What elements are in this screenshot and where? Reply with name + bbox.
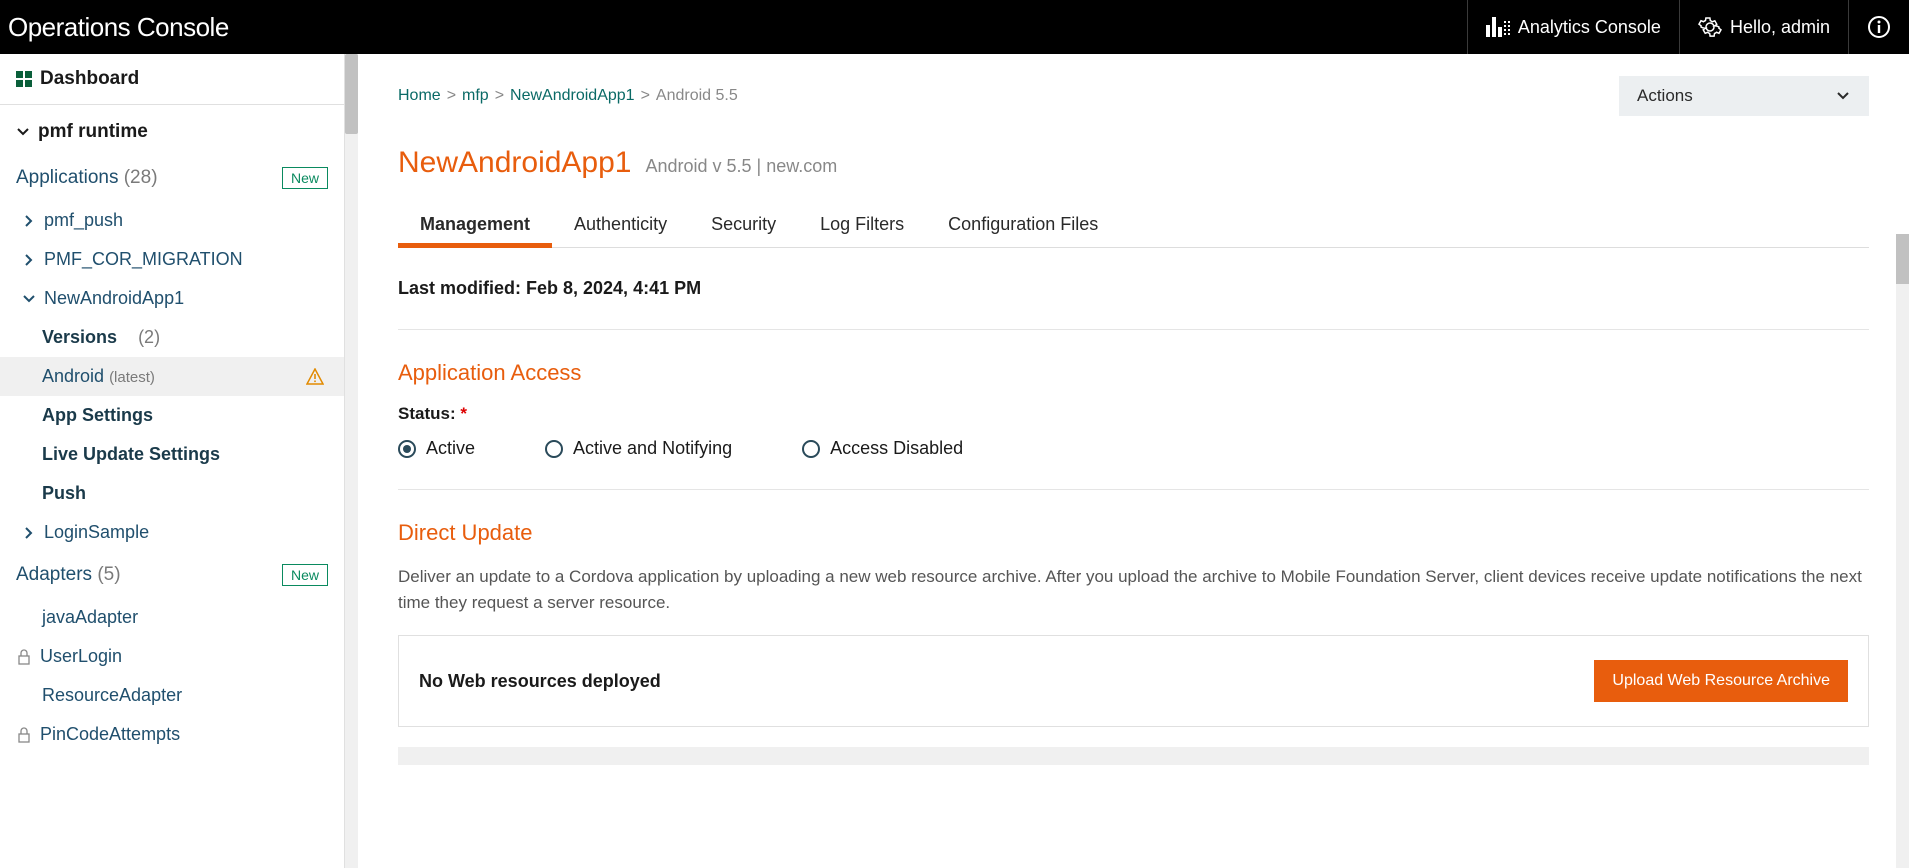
tab-configuration-files[interactable]: Configuration Files xyxy=(926,202,1120,247)
status-label: Status: * xyxy=(398,404,1869,424)
radio-active[interactable]: Active xyxy=(398,438,475,459)
chevron-right-icon xyxy=(22,253,36,267)
sidebar-scrollbar[interactable] xyxy=(345,54,358,868)
radio-icon xyxy=(398,440,416,458)
sidebar-item-resourceadapter[interactable]: ResourceAdapter xyxy=(0,676,344,715)
main-scrollbar[interactable] xyxy=(1896,234,1909,868)
sidebar-item-pincodeattempts[interactable]: PinCodeAttempts xyxy=(0,715,344,754)
chevron-down-icon xyxy=(16,125,30,139)
lock-icon xyxy=(16,727,32,743)
actions-dropdown[interactable]: Actions xyxy=(1619,76,1869,116)
breadcrumb: Home > mfp > NewAndroidApp1 > Android 5.… xyxy=(398,87,738,105)
breadcrumb-current: Android 5.5 xyxy=(656,87,738,105)
lock-icon xyxy=(16,649,32,665)
radio-access-disabled[interactable]: Access Disabled xyxy=(802,438,963,459)
radio-icon xyxy=(545,440,563,458)
breadcrumb-mfp[interactable]: mfp xyxy=(462,87,489,105)
adapters-header: Adapters (5) New xyxy=(0,552,344,598)
bar-chart-icon xyxy=(1486,17,1510,37)
sidebar-item-javaadapter[interactable]: javaAdapter xyxy=(0,598,344,637)
sidebar-item-loginsample[interactable]: LoginSample xyxy=(0,513,344,552)
chevron-right-icon xyxy=(22,526,36,540)
radio-icon xyxy=(802,440,820,458)
sidebar-item-newandroidapp1[interactable]: NewAndroidApp1 xyxy=(0,279,344,318)
applications-label: Applications xyxy=(16,167,118,188)
upload-box: No Web resources deployed Upload Web Res… xyxy=(398,635,1869,727)
tab-security[interactable]: Security xyxy=(689,202,798,247)
upload-web-resource-button[interactable]: Upload Web Resource Archive xyxy=(1594,660,1848,702)
tab-authenticity[interactable]: Authenticity xyxy=(552,202,689,247)
chevron-down-icon xyxy=(22,292,36,306)
chevron-down-icon xyxy=(1835,88,1851,104)
chevron-right-icon xyxy=(22,214,36,228)
breadcrumb-app[interactable]: NewAndroidApp1 xyxy=(510,87,635,105)
no-resources-message: No Web resources deployed xyxy=(419,671,661,692)
sidebar-runtime[interactable]: pmf runtime xyxy=(0,105,344,155)
topbar-right: Analytics Console Hello, admin xyxy=(1467,0,1909,54)
info-icon xyxy=(1867,15,1891,39)
breadcrumb-home[interactable]: Home xyxy=(398,87,441,105)
direct-update-heading: Direct Update xyxy=(398,520,1869,546)
user-menu[interactable]: Hello, admin xyxy=(1679,0,1848,54)
sidebar-item-app-settings[interactable]: App Settings xyxy=(0,396,344,435)
sidebar-item-userlogin[interactable]: UserLogin xyxy=(0,637,344,676)
sidebar-item-versions[interactable]: Versions (2) xyxy=(0,318,344,357)
sidebar-item-push[interactable]: Push xyxy=(0,474,344,513)
runtime-label: pmf runtime xyxy=(38,121,148,143)
collapsed-panel[interactable] xyxy=(398,747,1869,765)
applications-count: (28) xyxy=(124,167,158,188)
topbar: Operations Console Analytics Console Hel… xyxy=(0,0,1909,54)
last-modified: Last modified: Feb 8, 2024, 4:41 PM xyxy=(398,248,1869,330)
tabs: Management Authenticity Security Log Fil… xyxy=(398,202,1869,248)
dashboard-label: Dashboard xyxy=(40,68,139,90)
gear-icon xyxy=(1698,15,1722,39)
direct-update-description: Deliver an update to a Cordova applicati… xyxy=(398,564,1869,615)
new-adapter-button[interactable]: New xyxy=(282,564,328,586)
sidebar: Dashboard pmf runtime Applications (28) … xyxy=(0,54,345,868)
page-subtitle: Android v 5.5 | new.com xyxy=(645,156,837,177)
new-application-button[interactable]: New xyxy=(282,167,328,189)
console-title: Operations Console xyxy=(8,12,229,43)
analytics-label: Analytics Console xyxy=(1518,17,1661,38)
application-access-heading: Application Access xyxy=(398,360,1869,386)
tab-log-filters[interactable]: Log Filters xyxy=(798,202,926,247)
sidebar-item-pmf-cor-migration[interactable]: PMF_COR_MIGRATION xyxy=(0,240,344,279)
sidebar-dashboard[interactable]: Dashboard xyxy=(0,54,344,105)
warning-icon xyxy=(306,368,324,386)
greeting-label: Hello, admin xyxy=(1730,17,1830,38)
page-title: NewAndroidApp1 xyxy=(398,146,631,180)
info-button[interactable] xyxy=(1848,0,1909,54)
radio-active-notifying[interactable]: Active and Notifying xyxy=(545,438,732,459)
sidebar-item-live-update[interactable]: Live Update Settings xyxy=(0,435,344,474)
adapters-label: Adapters xyxy=(16,564,92,585)
main-content: Home > mfp > NewAndroidApp1 > Android 5.… xyxy=(358,54,1909,868)
sidebar-item-android-latest[interactable]: Android (latest) xyxy=(0,357,344,396)
sidebar-item-pmf-push[interactable]: pmf_push xyxy=(0,201,344,240)
analytics-console-link[interactable]: Analytics Console xyxy=(1467,0,1679,54)
adapters-count: (5) xyxy=(97,564,120,585)
applications-header: Applications (28) New xyxy=(0,155,344,201)
tab-management[interactable]: Management xyxy=(398,202,552,247)
status-radio-group: Active Active and Notifying Access Disab… xyxy=(398,438,1869,490)
dashboard-icon xyxy=(16,71,32,87)
